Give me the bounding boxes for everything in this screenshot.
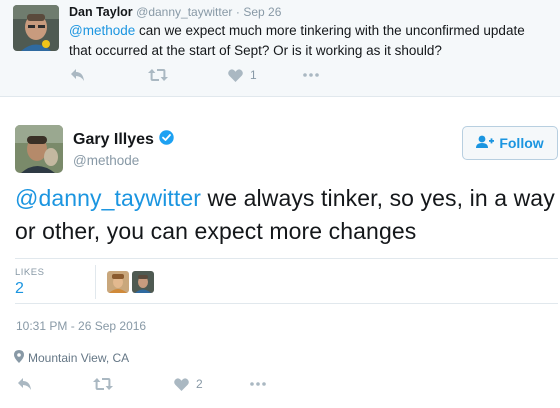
heart-icon (228, 68, 243, 82)
tweet-actions: 2 (17, 374, 317, 394)
likes-count[interactable]: 2 (15, 280, 24, 298)
more-button[interactable] (303, 65, 319, 85)
tweet-location[interactable]: Mountain View, CA (14, 350, 129, 366)
author-handle[interactable]: @methode (73, 153, 139, 168)
tweet-date[interactable]: Sep 26 (243, 5, 281, 19)
author-name[interactable]: Gary Illyes (73, 131, 154, 149)
reply-tweet: Dan Taylor @danny_taywitter · Sep 26 @me… (0, 0, 560, 97)
retweet-icon (148, 68, 168, 82)
map-pin-icon (14, 350, 28, 366)
retweet-button[interactable] (148, 65, 168, 85)
stats-divider (95, 265, 96, 299)
author-name-row: Gary Illyes (73, 130, 174, 150)
tweet-text: @methode can we expect much more tinkeri… (69, 21, 549, 61)
retweet-icon (93, 377, 113, 391)
meta-separator: · (235, 5, 240, 19)
location-label: Mountain View, CA (28, 351, 130, 365)
author-name[interactable]: Dan Taylor (69, 5, 133, 19)
more-dots-icon (303, 73, 319, 77)
tweet-timestamp[interactable]: 10:31 PM - 26 Sep 2016 (16, 319, 146, 333)
tweet-actions: 1 (70, 65, 370, 85)
more-button[interactable] (250, 374, 266, 394)
retweet-button[interactable] (93, 374, 113, 394)
reply-header: Dan Taylor @danny_taywitter · Sep 26 (69, 5, 281, 19)
verified-badge-icon (159, 130, 174, 150)
tweet-text: @danny_taywitter we always tinker, so ye… (15, 182, 555, 248)
author-avatar[interactable] (15, 125, 63, 173)
like-button[interactable]: 2 (174, 374, 203, 394)
likes-label: LIKES (15, 267, 45, 278)
add-user-icon (476, 135, 499, 152)
tweet-stats: LIKES 2 (15, 258, 558, 304)
follow-button[interactable]: Follow (462, 126, 558, 160)
heart-icon (174, 377, 189, 391)
reply-arrow-icon (70, 68, 85, 82)
reply-button[interactable] (70, 65, 85, 85)
author-handle[interactable]: @danny_taywitter (136, 5, 232, 19)
more-dots-icon (250, 382, 266, 386)
like-count: 2 (196, 377, 203, 391)
tweet-body: can we expect much more tinkering with t… (69, 23, 525, 58)
follow-label: Follow (499, 135, 544, 151)
mention-link[interactable]: @methode (69, 23, 135, 38)
avatar[interactable] (13, 5, 59, 51)
reply-button[interactable] (17, 374, 32, 394)
mention-link[interactable]: @danny_taywitter (15, 185, 201, 211)
like-count: 1 (250, 68, 257, 82)
liker-avatar[interactable] (107, 271, 129, 293)
liker-avatar[interactable] (132, 271, 154, 293)
reply-arrow-icon (17, 377, 32, 391)
like-button[interactable]: 1 (228, 65, 257, 85)
